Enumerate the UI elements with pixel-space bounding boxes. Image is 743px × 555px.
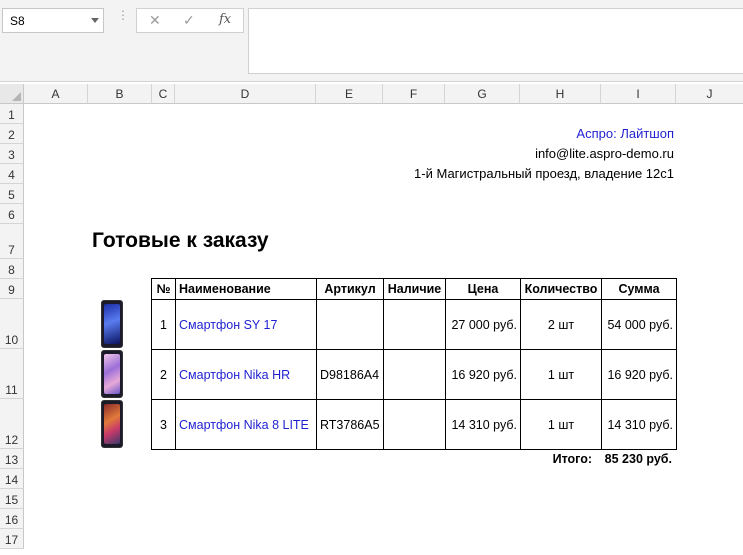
row-header-2[interactable]: 2 <box>0 124 24 144</box>
product-sku: RT3786A5 <box>316 399 384 450</box>
row-header-6[interactable]: 6 <box>0 204 24 224</box>
header-sku: Артикул <box>316 278 384 300</box>
row-num: 1 <box>151 299 176 350</box>
row-header-11[interactable]: 11 <box>0 349 24 399</box>
row-header-1[interactable]: 1 <box>0 104 24 124</box>
column-header-j[interactable]: J <box>676 84 743 104</box>
product-sum: 16 920 руб. <box>601 349 677 400</box>
product-sku: D98186A4 <box>316 349 384 400</box>
header-price: Цена <box>445 278 521 300</box>
column-header-h[interactable]: H <box>520 84 601 104</box>
header-sum: Сумма <box>601 278 677 300</box>
row-header-5[interactable]: 5 <box>0 184 24 204</box>
product-qty: 1 шт <box>520 349 602 400</box>
product-image-1 <box>101 300 123 348</box>
row-header-7[interactable]: 7 <box>0 224 24 259</box>
column-header-b[interactable]: B <box>88 84 152 104</box>
row-header-9[interactable]: 9 <box>0 279 24 299</box>
header-name: Наименование <box>175 278 317 300</box>
total-label: Итого: <box>552 452 592 466</box>
product-image-3 <box>101 400 123 448</box>
product-price: 16 920 руб. <box>445 349 521 400</box>
formula-buttons: ✕ ✓ fx <box>136 8 244 33</box>
column-header-e[interactable]: E <box>316 84 383 104</box>
product-price: 14 310 руб. <box>445 399 521 450</box>
product-qty: 1 шт <box>520 399 602 450</box>
product-availability <box>383 349 446 400</box>
column-header-d[interactable]: D <box>175 84 316 104</box>
product-sum: 14 310 руб. <box>601 399 677 450</box>
insert-function-icon[interactable]: fx <box>219 12 231 27</box>
column-header-a[interactable]: A <box>24 84 88 104</box>
total-value: 85 230 руб. <box>604 452 672 466</box>
product-sku <box>316 299 384 350</box>
row-num: 2 <box>151 349 176 400</box>
product-image-2 <box>101 350 123 398</box>
row-header-8[interactable]: 8 <box>0 259 24 279</box>
product-availability <box>383 299 446 350</box>
formula-bar: S8 ⋮ ✕ ✓ fx <box>0 0 743 82</box>
column-header-f[interactable]: F <box>383 84 445 104</box>
row-header-14[interactable]: 14 <box>0 469 24 489</box>
row-header-13[interactable]: 13 <box>0 449 24 469</box>
product-name-link[interactable]: Смартфон Nika HR <box>175 349 317 400</box>
table-row: 1 Смартфон SY 17 27 000 руб. 2 шт 54 000… <box>151 299 677 350</box>
company-name-link[interactable]: Аспро: Лайтшоп <box>576 126 674 141</box>
product-name-link[interactable]: Смартфон Nika 8 LITE <box>175 399 317 450</box>
column-header-i[interactable]: I <box>601 84 676 104</box>
row-header-15[interactable]: 15 <box>0 489 24 509</box>
product-qty: 2 шт <box>520 299 602 350</box>
page-title: Готовые к заказу <box>92 229 269 252</box>
row-header-4[interactable]: 4 <box>0 164 24 184</box>
company-email: info@lite.aspro-demo.ru <box>535 146 674 161</box>
table-row: 3 Смартфон Nika 8 LITE RT3786A5 14 310 р… <box>151 399 677 450</box>
product-sum: 54 000 руб. <box>601 299 677 350</box>
product-name-link[interactable]: Смартфон SY 17 <box>175 299 317 350</box>
row-header-10[interactable]: 10 <box>0 299 24 349</box>
name-box[interactable]: S8 <box>2 8 104 33</box>
row-num: 3 <box>151 399 176 450</box>
chevron-down-icon[interactable] <box>91 18 99 23</box>
row-header-12[interactable]: 12 <box>0 399 24 449</box>
product-price: 27 000 руб. <box>445 299 521 350</box>
order-table: № Наименование Артикул Наличие Цена Коли… <box>151 278 677 450</box>
header-num: № <box>151 278 176 300</box>
name-box-value: S8 <box>10 14 25 28</box>
table-header-row: № Наименование Артикул Наличие Цена Коли… <box>151 278 677 300</box>
column-header-g[interactable]: G <box>445 84 520 104</box>
row-header-16[interactable]: 16 <box>0 509 24 529</box>
select-all-button[interactable] <box>0 84 24 104</box>
header-availability: Наличие <box>383 278 446 300</box>
company-address: 1-й Магистральный проезд, владение 12с1 <box>414 166 674 181</box>
table-row: 2 Смартфон Nika HR D98186A4 16 920 руб. … <box>151 349 677 400</box>
splitter-handle[interactable]: ⋮ <box>117 9 129 21</box>
enter-icon[interactable]: ✓ <box>183 12 195 29</box>
formula-input[interactable] <box>248 8 743 74</box>
column-header-c[interactable]: C <box>152 84 175 104</box>
row-header-17[interactable]: 17 <box>0 529 24 549</box>
product-availability <box>383 399 446 450</box>
row-header-3[interactable]: 3 <box>0 144 24 164</box>
header-qty: Количество <box>520 278 602 300</box>
cancel-icon[interactable]: ✕ <box>149 12 161 29</box>
